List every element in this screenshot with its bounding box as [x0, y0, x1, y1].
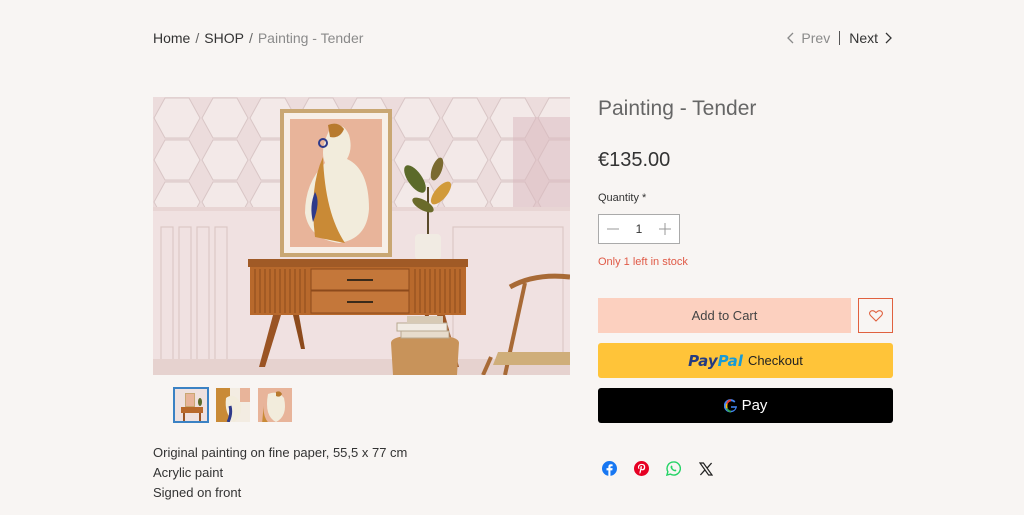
breadcrumb-current: Painting - Tender [257, 30, 364, 46]
product-pager: Prev Next [787, 30, 892, 46]
quantity-label: Quantity * [598, 192, 647, 204]
chevron-right-icon [885, 32, 892, 44]
description-line: Signed on front [153, 485, 242, 500]
product-main-image[interactable] [153, 97, 570, 375]
breadcrumb-separator: / [248, 30, 253, 46]
thumbnail-strip [173, 387, 293, 423]
checkout-label: Checkout [747, 353, 803, 368]
next-link[interactable]: Next [849, 30, 892, 46]
google-g-icon [723, 398, 737, 413]
x-icon[interactable] [697, 460, 714, 477]
prev-link[interactable]: Prev [787, 30, 830, 46]
description-line: Acrylic paint [153, 465, 224, 480]
product-page: Home / SHOP / Painting - Tender Prev Nex… [0, 0, 1024, 515]
quantity-value[interactable]: 1 [636, 222, 643, 236]
pager-divider [839, 31, 841, 45]
plus-icon [659, 223, 671, 235]
paypal-logo-pal: Pal [717, 351, 743, 370]
increment-button[interactable] [659, 220, 671, 238]
product-price: €135.00 [598, 149, 671, 171]
share-bar [601, 460, 714, 477]
quantity-stepper[interactable]: 1 [598, 214, 680, 244]
breadcrumb-home[interactable]: Home [153, 30, 190, 46]
wishlist-button[interactable] [858, 298, 893, 333]
thumbnail-2[interactable] [215, 387, 251, 423]
decrement-button[interactable] [607, 220, 619, 238]
google-pay-button[interactable]: Pay [598, 388, 893, 423]
breadcrumb-shop[interactable]: SHOP [204, 30, 244, 46]
whatsapp-icon[interactable] [665, 460, 682, 477]
gpay-label: Pay [741, 397, 768, 414]
stock-warning: Only 1 left in stock [598, 256, 688, 268]
breadcrumb-separator: / [195, 30, 200, 46]
product-description: Original painting on fine paper, 55,5 x … [153, 443, 407, 503]
next-label: Next [849, 30, 878, 46]
description-line: Original painting on fine paper, 55,5 x … [153, 445, 408, 460]
product-photo [153, 97, 570, 375]
thumbnail-3[interactable] [257, 387, 293, 423]
paypal-checkout-button[interactable]: Pay Pal Checkout [598, 343, 893, 378]
add-to-cart-button[interactable]: Add to Cart [598, 298, 851, 333]
pinterest-icon[interactable] [633, 460, 650, 477]
breadcrumb: Home / SHOP / Painting - Tender [153, 30, 363, 46]
prev-label: Prev [801, 30, 831, 46]
paypal-logo: Pay Pal [688, 352, 743, 370]
product-title: Painting - Tender [598, 97, 757, 120]
paypal-logo-pay: Pay [688, 351, 718, 370]
facebook-icon[interactable] [601, 460, 618, 477]
minus-icon [607, 228, 619, 230]
thumbnail-1[interactable] [173, 387, 209, 423]
heart-icon [868, 309, 883, 322]
chevron-left-icon [787, 32, 794, 44]
